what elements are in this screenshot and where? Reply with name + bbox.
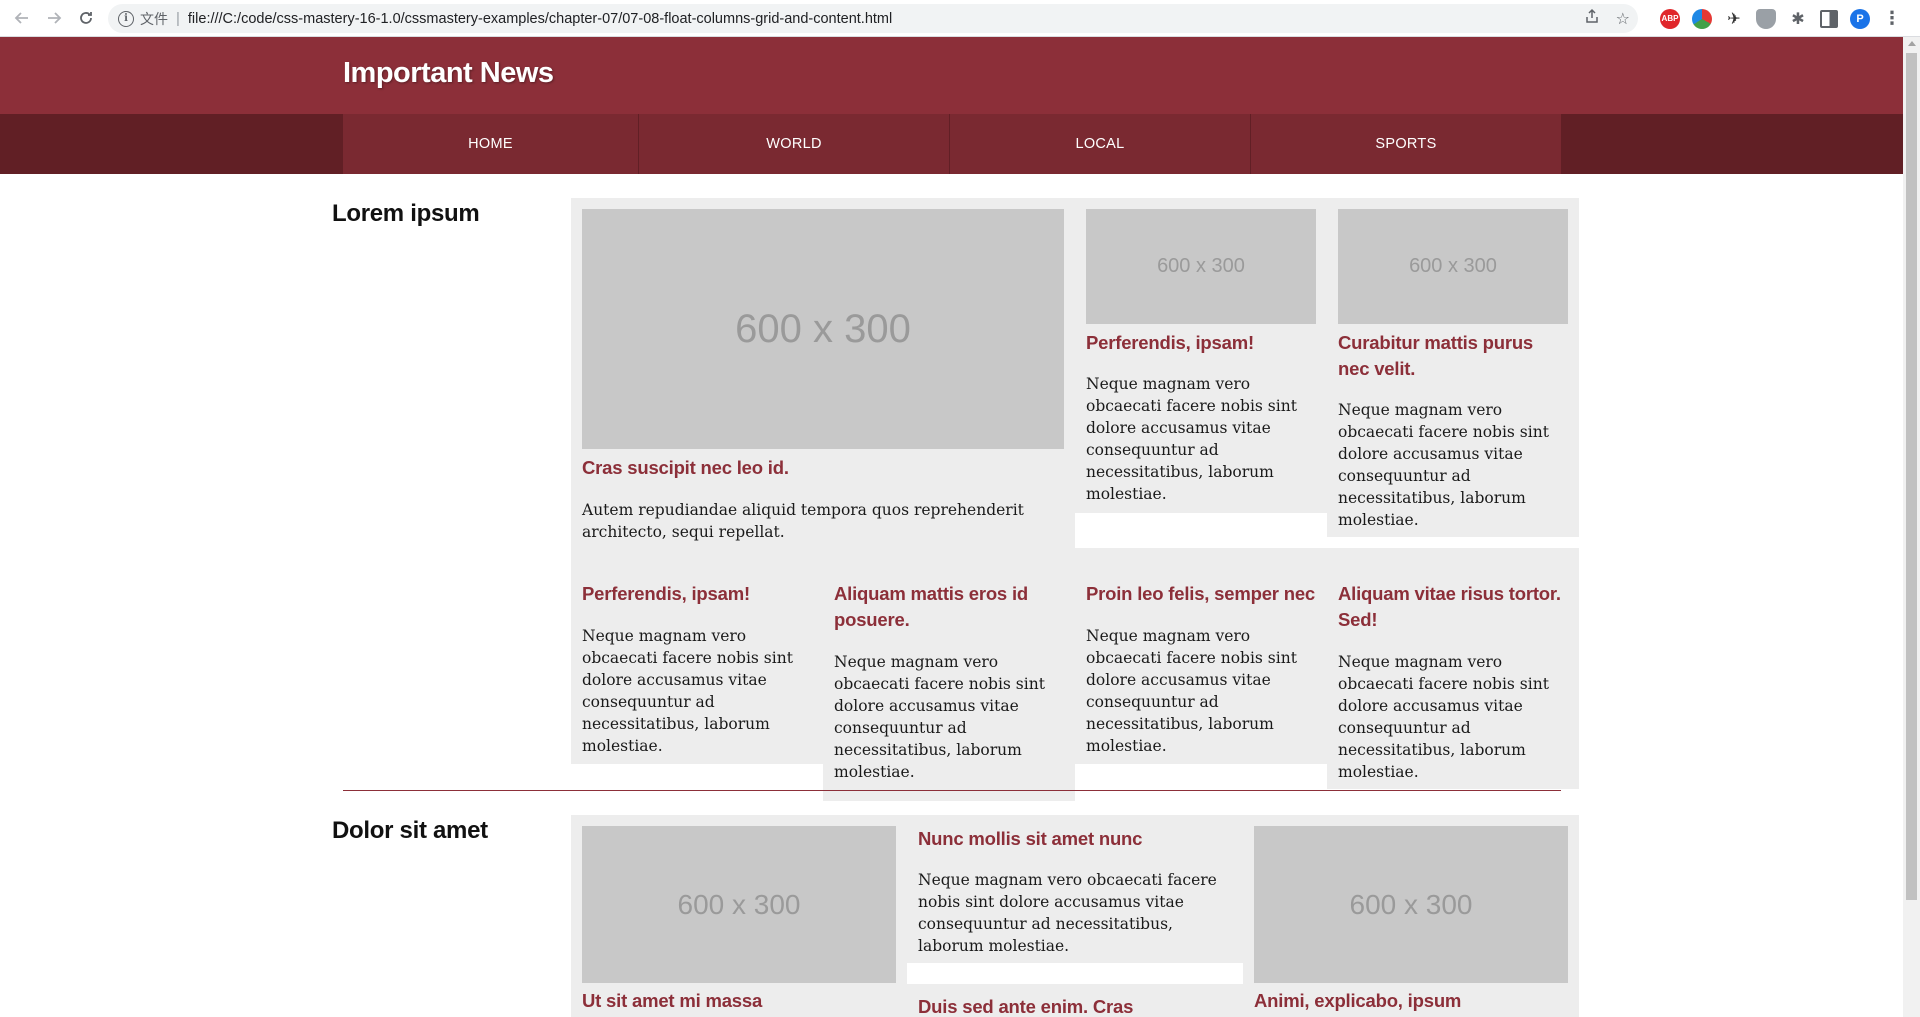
site-info-icon[interactable]: i xyxy=(118,10,134,27)
featured-image-placeholder: 600 x 300 xyxy=(582,209,1064,449)
profile-avatar[interactable]: P xyxy=(1850,8,1870,29)
page-scrollbar[interactable] xyxy=(1903,37,1920,1017)
story-text: Neque magnam vero obcaecati facere nobis… xyxy=(834,653,1045,781)
masthead: Important News xyxy=(0,37,1903,114)
column-gap xyxy=(907,963,1243,984)
story-image-placeholder: 600 x 300 xyxy=(1086,209,1316,324)
extensions-bar: ABP ✈ ✱ P ⋮ xyxy=(1660,4,1902,33)
story-text: Neque magnam vero obcaecati facere nobis… xyxy=(1086,627,1297,755)
browser-toolbar: i 文件 | file:///C:/code/css-mastery-16-1.… xyxy=(0,0,1920,37)
story-text: Neque magnam vero obcaecati facere nobis… xyxy=(1086,375,1297,503)
story-headline[interactable]: Aliquam mattis eros id posuere. xyxy=(834,581,1064,633)
story-text: Neque magnam vero obcaecati facere nobis… xyxy=(1338,401,1549,529)
bookmark-star-icon[interactable]: ☆ xyxy=(1616,9,1630,29)
adblock-plus-icon[interactable]: ABP xyxy=(1660,8,1680,29)
bird-extension-icon[interactable]: ✈ xyxy=(1724,9,1744,29)
back-icon[interactable] xyxy=(6,2,38,34)
scrollbar-thumb[interactable] xyxy=(1906,53,1917,900)
scroll-up-icon[interactable] xyxy=(1908,41,1916,46)
story-headline[interactable]: Cras suscipit nec leo id. xyxy=(582,455,1064,481)
story-headline[interactable]: Perferendis, ipsam! xyxy=(1086,330,1316,356)
column-gap xyxy=(1075,513,1327,548)
site-title[interactable]: Important News xyxy=(343,57,554,90)
main-navigation: HOME WORLD LOCAL SPORTS xyxy=(0,114,1903,174)
story-text: Neque magnam vero obcaecati facere nobis… xyxy=(1338,653,1549,781)
story-headline[interactable]: Duis sed ante enim. Cras xyxy=(918,994,1232,1017)
story-headline[interactable]: Perferendis, ipsam! xyxy=(582,581,812,607)
shield-extension-icon[interactable] xyxy=(1756,8,1776,29)
story-image-placeholder: 600 x 300 xyxy=(1338,209,1568,324)
url-text[interactable]: file:///C:/code/css-mastery-16-1.0/cssma… xyxy=(188,11,892,27)
omnibox-separator: | xyxy=(176,10,180,27)
forward-icon[interactable] xyxy=(38,2,70,34)
column-gap xyxy=(1075,764,1327,801)
column-gap xyxy=(1327,537,1579,548)
browser-menu-icon[interactable]: ⋮ xyxy=(1882,8,1902,29)
story-text: Neque magnam vero obcaecati facere nobis… xyxy=(582,627,793,755)
story-text: Autem repudiandae aliquid tempora quos r… xyxy=(582,501,1024,541)
story-headline[interactable]: Animi, explicabo, ipsum xyxy=(1254,988,1568,1014)
extensions-puzzle-icon[interactable]: ✱ xyxy=(1788,9,1808,29)
story-headline[interactable]: Proin leo felis, semper nec xyxy=(1086,581,1316,607)
nav-sports[interactable]: SPORTS xyxy=(1251,114,1561,174)
nav-local[interactable]: LOCAL xyxy=(950,114,1251,174)
reload-icon[interactable] xyxy=(70,2,102,34)
story-text: Neque magnam vero obcaecati facere nobis… xyxy=(918,871,1217,955)
story-headline[interactable]: Nunc mollis sit amet nunc xyxy=(918,826,1232,852)
web-page: Important News HOME WORLD LOCAL SPORTS L… xyxy=(0,37,1903,1017)
story-headline[interactable]: Curabitur mattis purus nec velit. xyxy=(1338,330,1568,382)
nav-world[interactable]: WORLD xyxy=(639,114,950,174)
section-title-dolor-sit-amet: Dolor sit amet xyxy=(332,817,488,844)
section-divider xyxy=(343,790,1561,791)
side-panel-icon[interactable] xyxy=(1820,9,1838,28)
address-bar[interactable]: i 文件 | file:///C:/code/css-mastery-16-1.… xyxy=(108,4,1638,33)
color-picker-extension-icon[interactable] xyxy=(1692,8,1712,29)
nav-home[interactable]: HOME xyxy=(343,114,639,174)
column-gap xyxy=(571,764,823,801)
story-headline[interactable]: Ut sit amet mi massa xyxy=(582,988,896,1014)
story-image-placeholder: 600 x 300 xyxy=(1254,826,1568,983)
share-icon[interactable] xyxy=(1584,8,1600,29)
story-image-placeholder: 600 x 300 xyxy=(582,826,896,983)
protocol-label: 文件 xyxy=(140,10,168,27)
story-headline[interactable]: Aliquam vitae risus tortor. Sed! xyxy=(1338,581,1568,633)
section-title-lorem-ipsum: Lorem ipsum xyxy=(332,200,480,227)
